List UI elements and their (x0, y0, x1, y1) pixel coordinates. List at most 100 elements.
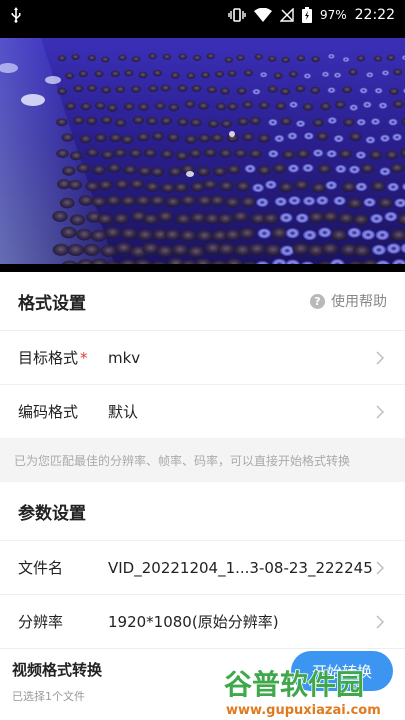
coral-polyp (143, 148, 157, 158)
coral-polyp (69, 214, 86, 226)
coral-polyp (342, 86, 352, 94)
coral-polyp (138, 166, 152, 176)
coral-polyp (400, 243, 405, 254)
coral-polyp (302, 229, 317, 241)
coral-polyp (302, 196, 316, 206)
coral-polyp (76, 163, 90, 173)
coral-polyp (353, 244, 371, 257)
resolution-row[interactable]: 分辨率 1920*1080(原始分辨率) (0, 594, 405, 648)
resolution-label: 分辨率 (18, 613, 64, 631)
coral-polyp (114, 118, 127, 127)
coral-polyp (347, 198, 363, 209)
coral-polyp (333, 196, 346, 206)
coral-polyp (83, 243, 100, 256)
coral-polyp (258, 134, 271, 143)
coral-polyp (68, 179, 83, 190)
screen: 97% 22:22 格式设置 ? 使用帮助 目标格式 * mkv 编码格式 默认… (0, 0, 405, 720)
video-preview[interactable] (0, 30, 405, 272)
coral-polyp (280, 117, 292, 126)
coral-polyp (217, 243, 235, 256)
coral-polyp (287, 164, 300, 173)
coral-polyp (194, 258, 212, 264)
coral-polyp (268, 118, 278, 126)
no-signal-icon (279, 8, 294, 22)
coral-polyp (177, 84, 188, 92)
coral-polyp (264, 244, 282, 256)
coral-polyp (312, 149, 324, 157)
coral-polyp (248, 243, 266, 256)
target-format-label: 目标格式 (18, 349, 79, 367)
coral-polyp (215, 70, 225, 78)
coral-polyp (86, 116, 98, 125)
coral-polyp (148, 53, 157, 60)
coral-polyp (104, 226, 121, 239)
coral-polyp (232, 211, 249, 222)
coral-polyp (121, 227, 137, 240)
coral-polyp (198, 102, 209, 110)
coral-polyp (101, 116, 113, 125)
coral-polyp (175, 151, 189, 161)
coral-polyp (153, 69, 162, 77)
wifi-icon (253, 8, 272, 22)
coral-polyp (160, 116, 172, 125)
coral-polyp (94, 70, 104, 78)
coral-polyp (160, 84, 171, 92)
coral-polyp (317, 164, 332, 174)
coral-polyp (279, 212, 293, 223)
coral-polyp (296, 55, 306, 62)
coral-polyp (254, 53, 263, 60)
coral-polyp (257, 165, 271, 176)
coral-polyp (295, 120, 306, 128)
coral-polyp (61, 260, 78, 264)
coral-polyp (211, 133, 224, 143)
coral-polyp (343, 118, 355, 127)
coral-polyp (271, 227, 288, 239)
coral-polyp (56, 118, 68, 127)
coral-polyp (224, 56, 233, 63)
coral-polyp (274, 134, 285, 143)
coral-polyp (131, 56, 141, 63)
coral-polyp (295, 213, 309, 224)
coral-polyp (375, 229, 390, 241)
coral-polyp (164, 229, 181, 241)
coral-polyp (302, 103, 314, 111)
coral-polyp (115, 242, 133, 255)
coral-polyp (80, 102, 92, 111)
coral-polyp (375, 260, 391, 264)
coral-polyp (227, 70, 237, 77)
coral-polyp (236, 87, 247, 95)
match-hint: 已为您匹配最佳的分辨率、帧率、码率，可以直接开始格式转换 (0, 438, 405, 482)
codec-row[interactable]: 编码格式 默认 (0, 384, 405, 438)
coral-polyp (150, 195, 166, 206)
coral-polyp (349, 104, 359, 111)
coral-polyp (317, 227, 332, 238)
coral-polyp (370, 213, 384, 224)
filename-row[interactable]: 文件名 VID_20221204_1...3-08-23_222245 (0, 540, 405, 594)
coral-polyp (342, 56, 350, 63)
coral-polyp (142, 242, 160, 255)
coral-polyp (255, 260, 270, 264)
coral-polyp (387, 182, 400, 192)
coral-polyp (384, 211, 398, 222)
coral-polyp (184, 100, 196, 108)
coral-polyp (110, 70, 120, 78)
coral-polyp (312, 118, 324, 127)
coral-polyp (273, 72, 283, 80)
bottom-bar: 视频格式转换 已选择1个文件 开始转换 (0, 648, 405, 720)
coral-polyp (167, 133, 180, 142)
coral-polyp (371, 181, 386, 192)
coral-polyp (257, 228, 272, 239)
target-format-row[interactable]: 目标格式 * mkv (0, 330, 405, 384)
coral-polyp (65, 102, 76, 110)
coral-polyp (196, 166, 211, 177)
coral-polyp (321, 242, 339, 255)
coral-polyp (381, 70, 390, 76)
coral-polyp (348, 261, 363, 264)
start-convert-button[interactable]: 开始转换 (291, 651, 393, 691)
coral-polyp (363, 197, 376, 207)
coral-polyp (339, 149, 352, 159)
coral-polyp (87, 84, 97, 92)
coral-polyp (385, 150, 399, 160)
help-link[interactable]: ? 使用帮助 (310, 291, 387, 311)
coral-polyp (210, 260, 227, 264)
